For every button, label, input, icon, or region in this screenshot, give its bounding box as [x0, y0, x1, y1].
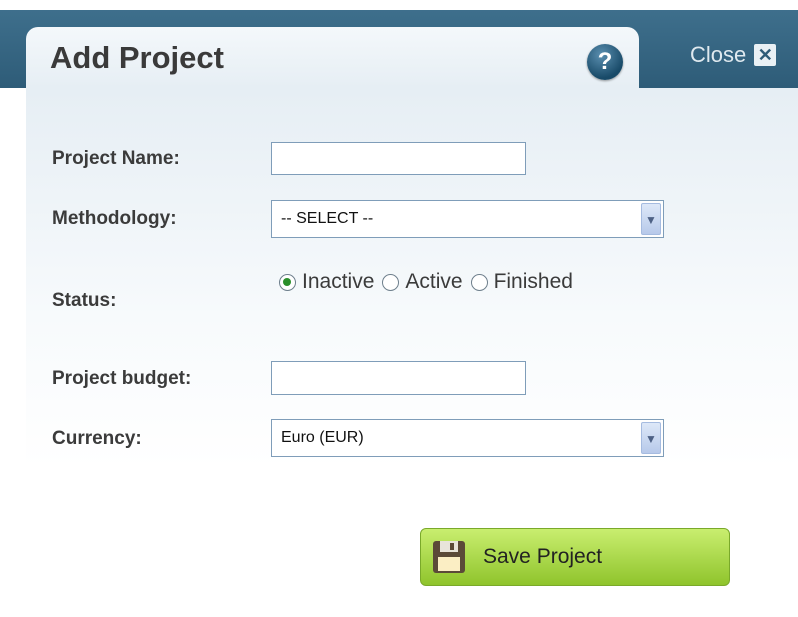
- status-option-label: Inactive: [302, 270, 375, 293]
- currency-select[interactable]: Euro (EUR) ▼: [271, 419, 664, 457]
- methodology-selected-value: -- SELECT --: [281, 210, 374, 227]
- status-option-active[interactable]: Active: [382, 270, 463, 294]
- status-option-label: Finished: [493, 270, 573, 293]
- floppy-disk-icon: [433, 541, 465, 573]
- chevron-down-icon: ▼: [641, 422, 661, 454]
- help-icon[interactable]: ?: [587, 44, 623, 80]
- status-option-label: Active: [405, 270, 463, 293]
- chevron-down-icon: ▼: [641, 203, 661, 235]
- methodology-label: Methodology:: [52, 208, 177, 229]
- status-label: Status:: [52, 290, 117, 311]
- currency-label: Currency:: [52, 428, 142, 449]
- dialog-title-tab: Add Project ?: [26, 27, 639, 88]
- close-label: Close: [690, 42, 747, 67]
- save-project-label: Save Project: [483, 545, 603, 568]
- budget-label: Project budget:: [52, 368, 192, 389]
- status-option-inactive[interactable]: Inactive: [279, 270, 374, 294]
- dialog-title: Add Project: [50, 40, 224, 75]
- currency-selected-value: Euro (EUR): [281, 429, 364, 446]
- radio-unchecked-icon[interactable]: [382, 273, 400, 291]
- status-option-finished[interactable]: Finished: [470, 270, 573, 294]
- status-radio-group: Inactive Active Finished: [279, 270, 581, 294]
- project-name-label: Project Name:: [52, 148, 180, 169]
- project-name-input[interactable]: [271, 142, 526, 175]
- radio-unchecked-icon[interactable]: [470, 273, 488, 291]
- close-button[interactable]: Close ✕: [690, 42, 777, 68]
- budget-input[interactable]: [271, 361, 526, 395]
- methodology-select[interactable]: -- SELECT -- ▼: [271, 200, 664, 238]
- radio-checked-icon[interactable]: [279, 273, 296, 291]
- save-project-button[interactable]: Save Project: [420, 528, 730, 586]
- close-icon: ✕: [754, 44, 777, 66]
